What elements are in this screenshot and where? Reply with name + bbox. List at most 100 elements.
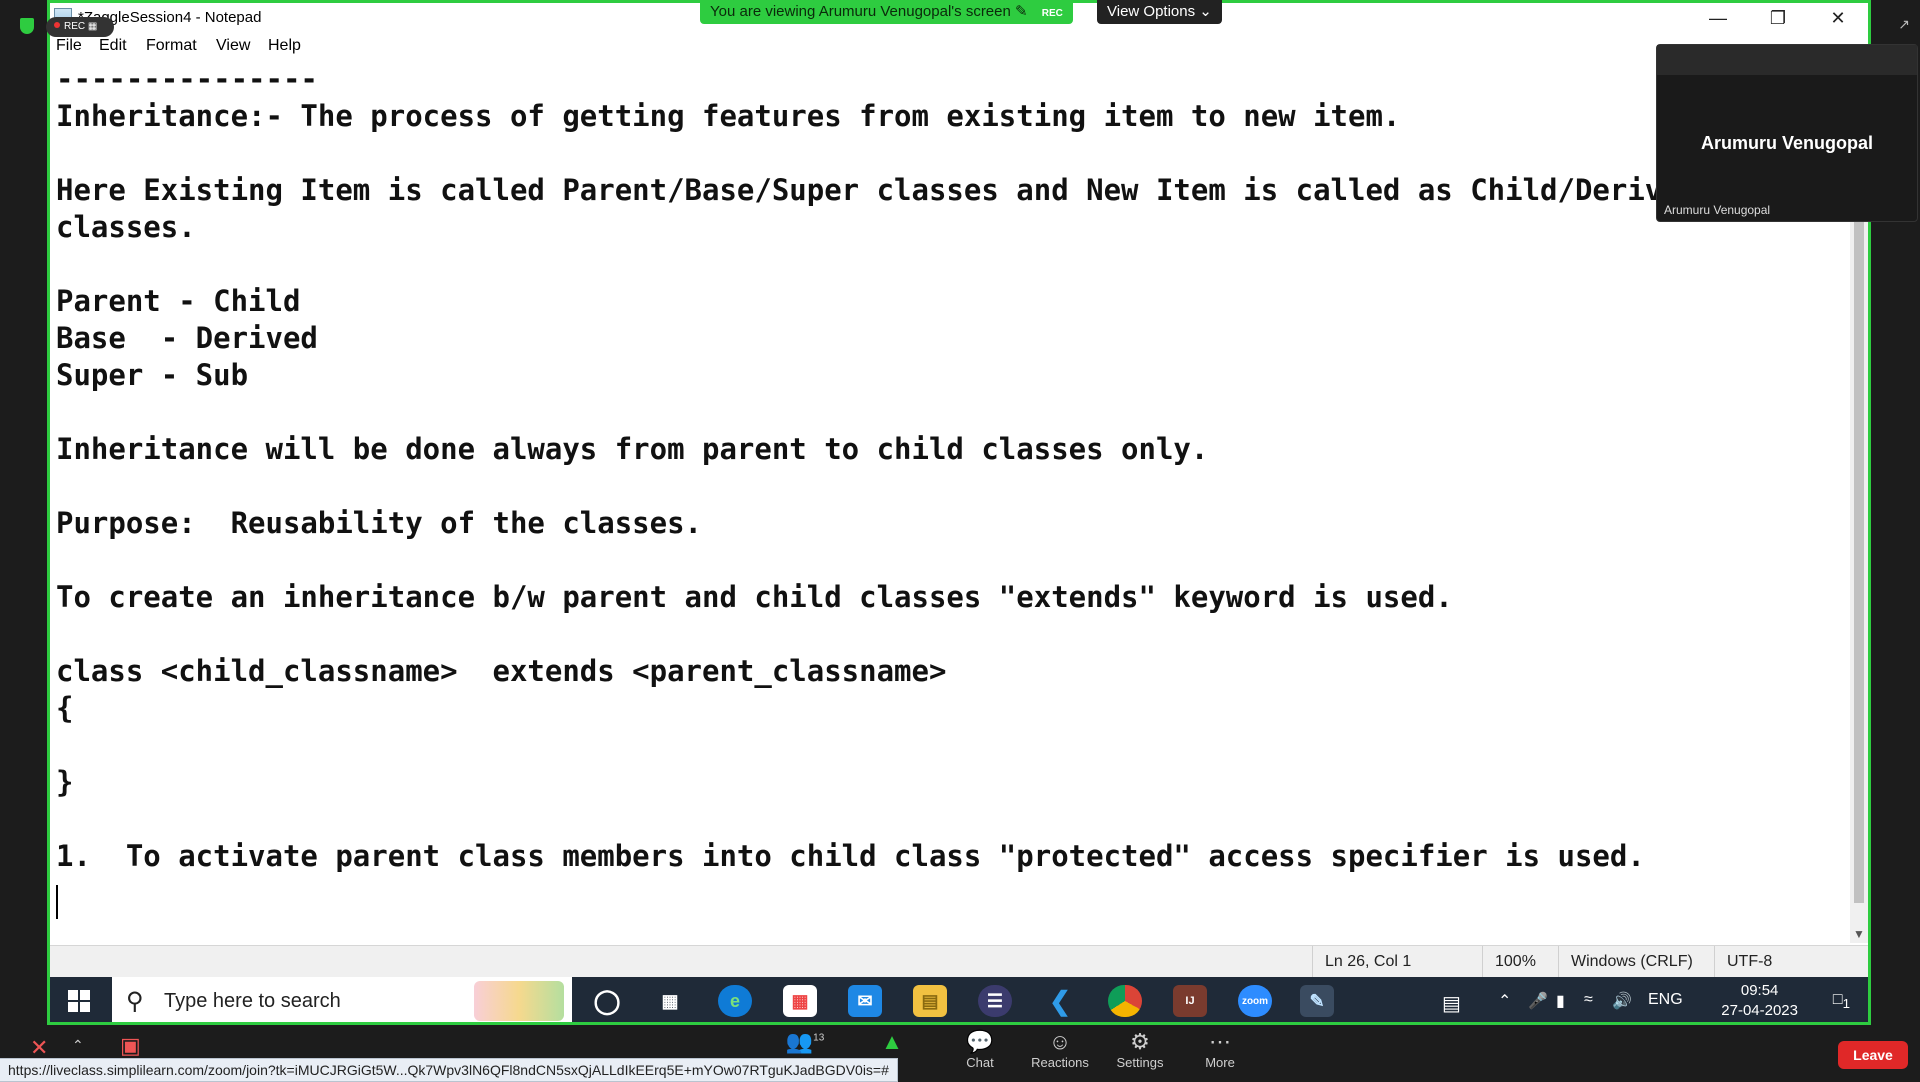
cortana-icon[interactable]: ◯ xyxy=(590,985,624,1017)
editor-line: classes. xyxy=(56,210,196,244)
recording-label: REC xyxy=(64,21,86,32)
windows-logo-icon xyxy=(68,990,90,1012)
volume-icon[interactable]: 🔊 xyxy=(1612,991,1632,1011)
editor-line: Purpose: Reusability of the classes. xyxy=(56,506,703,540)
editor-line: Parent - Child xyxy=(56,284,301,318)
participants-count: 13 xyxy=(813,1032,825,1044)
settings-label: Settings xyxy=(1116,1055,1164,1070)
file-explorer-icon[interactable]: ▤ xyxy=(913,985,947,1017)
mute-icon: ✎ xyxy=(1015,3,1028,20)
status-bar: Ln 26, Col 1 100% Windows (CRLF) UTF-8 xyxy=(50,945,1868,978)
shared-screen: *ZaggleSession4 - Notepad — ❐ ✕ File Edi… xyxy=(47,0,1871,1025)
clock[interactable]: 09:54 27-04-2023 xyxy=(1721,981,1798,1021)
system-tray: ▤ ⌃ 🎤 ▮ ≈ 🔊 ENG 09:54 27-04-2023 □1 xyxy=(1438,977,1868,1022)
microphone-icon[interactable]: 🎤 xyxy=(1528,991,1548,1011)
text-editor[interactable]: --------------- Inheritance:- The proces… xyxy=(50,61,1850,943)
recording-badge: REC ▦ xyxy=(46,17,114,37)
banner-rec-label: REC xyxy=(1041,8,1063,19)
view-options-button[interactable]: View Options ⌄ xyxy=(1097,0,1222,24)
search-icon: ⚲ xyxy=(126,988,144,1015)
text-caret xyxy=(56,885,58,919)
mic-options-icon[interactable]: ⌃ xyxy=(72,1037,84,1054)
menu-help[interactable]: Help xyxy=(268,37,301,55)
editor-line: Super - Sub xyxy=(56,358,249,392)
video-tile-header xyxy=(1657,45,1917,75)
cursor-position: Ln 26, Col 1 xyxy=(1312,946,1411,978)
mail-icon[interactable]: ✉ xyxy=(848,985,882,1017)
zoom-app-icon[interactable]: zoom xyxy=(1238,985,1272,1017)
reactions-icon: ☺ xyxy=(1048,1029,1072,1054)
search-placeholder: Type here to search xyxy=(164,990,341,1012)
participants-button[interactable]: 👥13 xyxy=(765,1029,845,1055)
scroll-down-icon[interactable]: ▼ xyxy=(1850,927,1868,941)
encoding: UTF-8 xyxy=(1714,946,1772,978)
task-view-icon[interactable]: ▦ xyxy=(653,985,687,1017)
editor-line: class <child_classname> extends <parent_… xyxy=(56,654,947,688)
exit-fullscreen-icon[interactable]: ↗ xyxy=(1898,16,1910,33)
menu-file[interactable]: File xyxy=(56,37,82,55)
menu-bar: File Edit Format View Help xyxy=(50,33,1868,61)
menu-format[interactable]: Format xyxy=(146,37,197,55)
windows-taskbar: ⚲ Type here to search ◯ ▦ e ▦ ✉ ▤ ☰ ❮ IJ… xyxy=(50,977,1868,1022)
share-screen-icon: ▲ xyxy=(881,1029,903,1054)
editor-line: To create an inheritance b/w parent and … xyxy=(56,580,1453,614)
status-url: https://liveclass.simplilearn.com/zoom/j… xyxy=(0,1058,898,1082)
notification-count: 1 xyxy=(1842,996,1850,1012)
chat-button[interactable]: 💬 Chat xyxy=(940,1029,1020,1070)
share-screen-button[interactable]: ▲ xyxy=(852,1029,932,1055)
video-off-icon[interactable]: ▣ xyxy=(120,1033,141,1059)
zoom-level: 100% xyxy=(1482,946,1536,978)
security-shield-icon xyxy=(20,18,34,34)
viewing-banner-text: You are viewing Arumuru Venugopal's scre… xyxy=(710,3,1011,20)
close-button[interactable]: ✕ xyxy=(1808,3,1868,33)
chat-label: Chat xyxy=(966,1055,994,1070)
reactions-label: Reactions xyxy=(1031,1055,1089,1070)
vscode-icon[interactable]: ❮ xyxy=(1043,985,1077,1017)
editor-line: --------------- xyxy=(56,62,318,96)
viewing-banner: You are viewing Arumuru Venugopal's scre… xyxy=(700,0,1073,24)
settings-button[interactable]: ⚙ Settings xyxy=(1100,1029,1180,1070)
editor-line: Inheritance will be done always from par… xyxy=(56,432,1209,466)
presenter-label: Arumuru Venugopal xyxy=(1664,203,1771,217)
minimize-button[interactable]: — xyxy=(1688,3,1748,33)
start-button[interactable] xyxy=(50,977,108,1022)
line-ending: Windows (CRLF) xyxy=(1558,946,1693,978)
menu-view[interactable]: View xyxy=(216,37,250,55)
editor-line: Base - Derived xyxy=(56,321,318,355)
editor-line: Inheritance:- The process of getting fea… xyxy=(56,99,1401,133)
clock-time: 09:54 xyxy=(1740,982,1779,999)
editor-line: } xyxy=(56,765,74,799)
wifi-icon[interactable]: ≈ xyxy=(1584,991,1593,1009)
participants-icon: 👥13 xyxy=(785,1029,825,1054)
store-icon[interactable]: ▦ xyxy=(783,985,817,1017)
presenter-name: Arumuru Venugopal xyxy=(1700,133,1873,153)
presenter-video-tile[interactable]: Arumuru Venugopal Arumuru Venugopal xyxy=(1656,44,1918,222)
taskbar-search[interactable]: ⚲ Type here to search xyxy=(112,977,572,1022)
editor-line: Here Existing Item is called Parent/Base… xyxy=(56,173,1663,207)
reactions-button[interactable]: ☺ Reactions xyxy=(1020,1029,1100,1070)
intellij-icon[interactable]: IJ xyxy=(1173,985,1207,1017)
menu-edit[interactable]: Edit xyxy=(99,37,127,55)
language-indicator[interactable]: ENG xyxy=(1648,991,1683,1009)
recording-dot-icon xyxy=(54,22,60,28)
battery-icon[interactable]: ▮ xyxy=(1556,991,1565,1011)
notification-icon[interactable]: □1 xyxy=(1833,991,1850,1011)
more-icon: ⋯ xyxy=(1209,1029,1231,1054)
edge-icon[interactable]: e xyxy=(718,985,752,1017)
gear-icon: ⚙ xyxy=(1130,1029,1150,1054)
notepad-taskbar-icon[interactable]: ✎ xyxy=(1300,985,1334,1017)
more-button[interactable]: ⋯ More xyxy=(1180,1029,1260,1070)
more-label: More xyxy=(1205,1055,1235,1070)
eclipse-icon[interactable]: ☰ xyxy=(978,985,1012,1017)
chat-icon: 💬 xyxy=(966,1029,994,1054)
editor-line: 1. To activate parent class members into… xyxy=(56,839,1645,873)
search-highlight-image xyxy=(474,981,564,1021)
leave-button[interactable]: Leave xyxy=(1838,1041,1908,1069)
tray-expand-icon[interactable]: ⌃ xyxy=(1498,991,1511,1011)
chevron-down-icon: ⌄ xyxy=(1199,3,1212,20)
news-widget-icon[interactable]: ▤ xyxy=(1442,991,1461,1016)
chrome-icon[interactable] xyxy=(1108,985,1142,1017)
view-options-label: View Options xyxy=(1107,3,1196,20)
clock-date: 27-04-2023 xyxy=(1721,1002,1798,1019)
restore-button[interactable]: ❐ xyxy=(1748,3,1808,33)
